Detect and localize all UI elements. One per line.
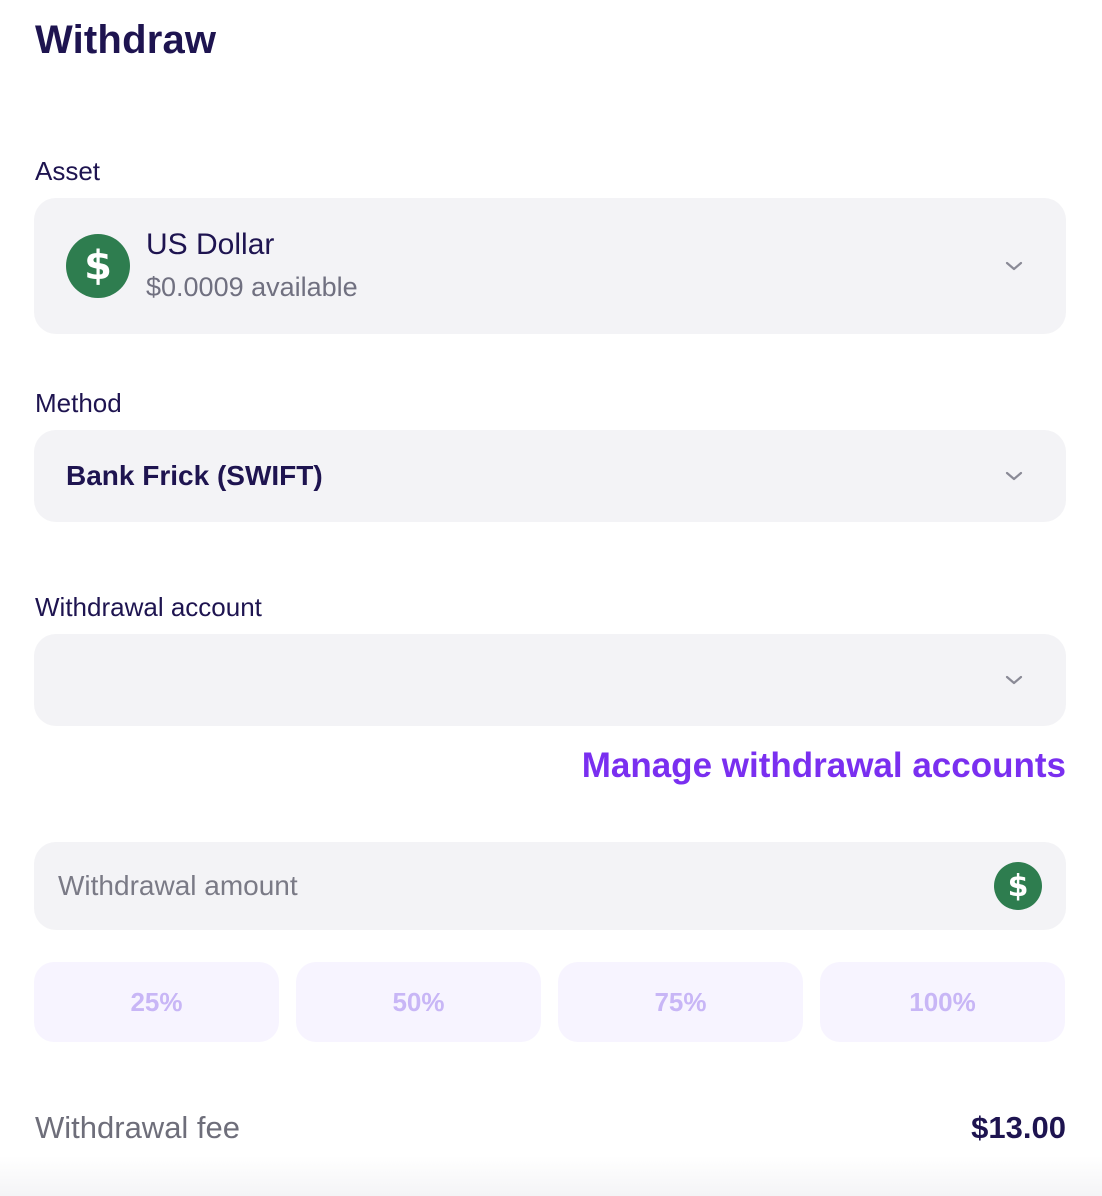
chevron-down-icon (1005, 261, 1023, 271)
method-value: Bank Frick (SWIFT) (66, 460, 323, 491)
dollar-coin-icon: $ (994, 862, 1042, 910)
asset-label: Asset (35, 156, 101, 186)
asset-select[interactable]: $ US Dollar $0.0009 available (34, 198, 1066, 334)
withdrawal-amount-input[interactable] (58, 842, 958, 930)
chevron-down-icon (1005, 675, 1023, 685)
percent-75-button[interactable]: 75% (558, 962, 803, 1042)
asset-available-balance: $0.0009 available (146, 272, 358, 302)
manage-withdrawal-accounts-link[interactable]: Manage withdrawal accounts (582, 746, 1066, 786)
percent-50-button[interactable]: 50% (296, 962, 541, 1042)
chevron-down-icon (1005, 471, 1023, 481)
bottom-fade (0, 1156, 1102, 1196)
withdrawal-account-select[interactable] (34, 634, 1066, 726)
dollar-coin-icon: $ (66, 234, 130, 298)
page-title: Withdraw (35, 18, 217, 62)
percent-100-button[interactable]: 100% (820, 962, 1065, 1042)
withdrawal-fee-label: Withdrawal fee (35, 1110, 241, 1145)
withdrawal-account-label: Withdrawal account (35, 592, 262, 622)
method-label: Method (35, 388, 122, 418)
percent-25-button[interactable]: 25% (34, 962, 279, 1042)
withdrawal-amount-field: $ (34, 842, 1066, 930)
method-select[interactable]: Bank Frick (SWIFT) (34, 430, 1066, 522)
asset-name: US Dollar (146, 228, 275, 261)
withdrawal-fee-value: $13.00 (971, 1110, 1066, 1145)
